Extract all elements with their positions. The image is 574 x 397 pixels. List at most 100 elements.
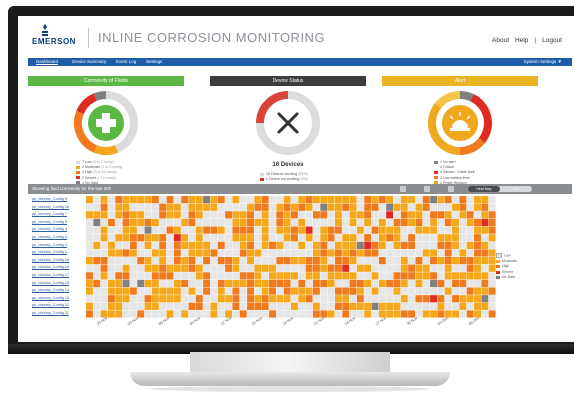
- device-row-label[interactable]: pp_dummy_Config 5: [32, 234, 86, 242]
- heatmap-cell: [312, 264, 320, 272]
- heatmap-cell: [283, 226, 291, 234]
- heatmap-cell: [364, 211, 372, 219]
- help-link[interactable]: Help: [515, 37, 528, 44]
- heatmap-cell: [144, 226, 152, 234]
- heatmap-cell: [225, 279, 233, 288]
- heatmap-cell: [474, 295, 481, 303]
- device-row-label[interactable]: pp_dummy_Config 13: [32, 295, 86, 303]
- heatmap-cell: [239, 211, 247, 219]
- heatmap-cell: [181, 295, 189, 303]
- heatmap-cell: [488, 218, 496, 227]
- list-toggle-option[interactable]: List: [500, 186, 532, 192]
- heatmap-cell: [181, 257, 189, 265]
- heatmap-cell: [356, 203, 364, 211]
- heatmap-cell: [188, 272, 196, 280]
- heatmap-cell: [474, 218, 481, 227]
- calendar-range-icon[interactable]: [424, 186, 430, 192]
- device-row-label[interactable]: pp_dummy_Config 16: [32, 264, 86, 272]
- heatmap-cell: [276, 203, 284, 211]
- device-row-label[interactable]: pp_dummy_Config 1: [32, 249, 86, 257]
- heatmap-cell: [225, 241, 233, 249]
- device-row-label[interactable]: pp_dummy_Config 4: [32, 226, 86, 234]
- heatmap-cell: [122, 241, 130, 249]
- heatmap-cell: [481, 234, 489, 242]
- device-row-label[interactable]: pp_dummy_Config 6: [32, 219, 86, 227]
- heatmap-cell: [144, 234, 152, 242]
- heatmap-cell: [195, 234, 203, 242]
- heatmap-cell: [437, 226, 445, 234]
- heatmap-cell: [400, 279, 408, 288]
- monitor-base: [130, 372, 450, 386]
- heatmap-cell: [159, 249, 167, 257]
- system-settings-menu[interactable]: System Settings ▼: [524, 58, 562, 66]
- heatmap-cell: [349, 249, 357, 257]
- about-link[interactable]: About: [492, 37, 509, 44]
- device-row-label[interactable]: pp_dummy_Config 17: [32, 272, 86, 280]
- heatmap-cell: [93, 234, 101, 242]
- device-row-label[interactable]: pp_dummy_Config 11: [32, 310, 86, 318]
- heatmap-cell: [364, 302, 372, 310]
- heatmap-toolbar: Showing fluid corrosivity for the last 3…: [28, 184, 572, 194]
- heatmap-cell: [364, 287, 372, 295]
- legend-swatch: [76, 160, 80, 164]
- nav-settings[interactable]: Settings: [146, 58, 162, 66]
- heatmap-cell: [452, 241, 459, 249]
- heatmap-cell: [430, 218, 438, 227]
- device-row-label[interactable]: pp_dummy_Config 15: [32, 280, 86, 288]
- heatmap-cell: [393, 211, 401, 219]
- heatmap-cell: [291, 302, 298, 310]
- nav-dashboard[interactable]: Dashboard: [36, 58, 58, 66]
- heatmap-cell: [239, 234, 247, 242]
- heatmap-cell: [239, 241, 247, 249]
- heatmap-cell: [239, 249, 247, 257]
- heatmap-cell: [129, 234, 137, 242]
- heatmap-cell: [342, 196, 350, 204]
- heatmap-cell: [415, 257, 423, 265]
- heatmap-cell: [371, 310, 379, 318]
- heatmap-cell: [203, 264, 211, 272]
- heatmap-cell: [86, 196, 93, 204]
- device-row-label[interactable]: pp_dummy_Config 7: [32, 211, 86, 219]
- heatmap-cell: [166, 203, 174, 211]
- heatmap-cell: [269, 249, 276, 257]
- heatmap-cell: [261, 211, 269, 219]
- device-row-label[interactable]: pp_dummy_Config 3: [32, 242, 86, 250]
- heatmap-cell: [188, 302, 196, 310]
- heatmap-cell: [393, 264, 401, 272]
- device-row-label[interactable]: pp_dummy_Config 14: [32, 287, 86, 295]
- heatmap-cell: [203, 272, 211, 280]
- heatmap-cell: [481, 257, 489, 265]
- nav-event-log[interactable]: Event Log: [116, 58, 136, 66]
- heatmap-toggle-option[interactable]: Heat Map: [468, 186, 500, 192]
- emerson-logo-icon: [42, 24, 48, 36]
- heatmap-cell: [195, 272, 203, 280]
- heatmap-cell: [86, 249, 93, 257]
- heatmap-cell: [459, 310, 467, 318]
- nav-device-summary[interactable]: Device Summary: [72, 58, 106, 66]
- heatmap-cell: [400, 196, 408, 204]
- heatmap-cell: [393, 203, 401, 211]
- heatmap-cell: [342, 226, 350, 234]
- heatmap-cell: [342, 249, 350, 257]
- heatmap-cell: [298, 226, 306, 234]
- heatmap-cell: [225, 226, 233, 234]
- export-icon[interactable]: [448, 186, 454, 192]
- heatmap-cell: [210, 234, 218, 242]
- device-row-label[interactable]: pp_dummy_Config 18: [32, 257, 86, 265]
- heatmap-cell: [400, 272, 408, 280]
- device-row-label[interactable]: pp_dummy_Config 1b: [32, 204, 86, 212]
- logout-link[interactable]: Logout: [542, 37, 562, 44]
- heatmap-cell: [444, 196, 452, 204]
- link-separator: |: [534, 37, 537, 44]
- heatmap-cell: [437, 287, 445, 295]
- calendar-icon[interactable]: [400, 186, 406, 192]
- device-row-label[interactable]: pp_dummy_Config 9: [32, 196, 86, 204]
- heatmap-cell: [474, 211, 481, 219]
- heatmap-cell: [466, 257, 474, 265]
- heatmap-cell: [386, 302, 394, 310]
- device-row-label[interactable]: pp_dummy_Config 12: [32, 302, 86, 310]
- heatmap-cell: [488, 310, 496, 318]
- view-toggle[interactable]: Heat Map List: [468, 186, 532, 192]
- heatmap-cell: [400, 287, 408, 295]
- heatmap-cell: [115, 257, 123, 265]
